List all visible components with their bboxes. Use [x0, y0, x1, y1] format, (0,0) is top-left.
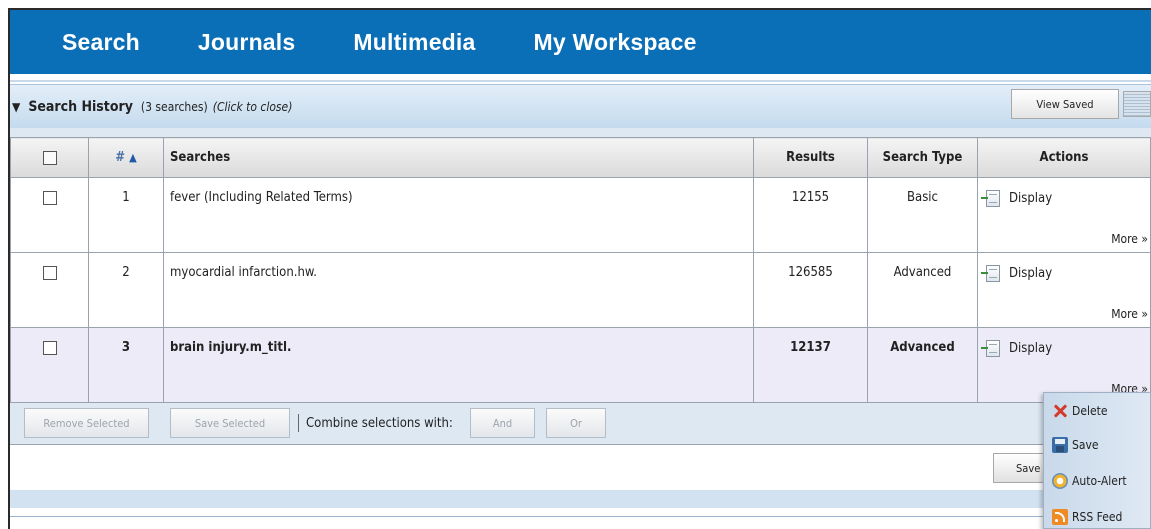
app-window: Search Journals Multimedia My Workspace … [0, 0, 1151, 529]
window-border [8, 8, 1151, 529]
